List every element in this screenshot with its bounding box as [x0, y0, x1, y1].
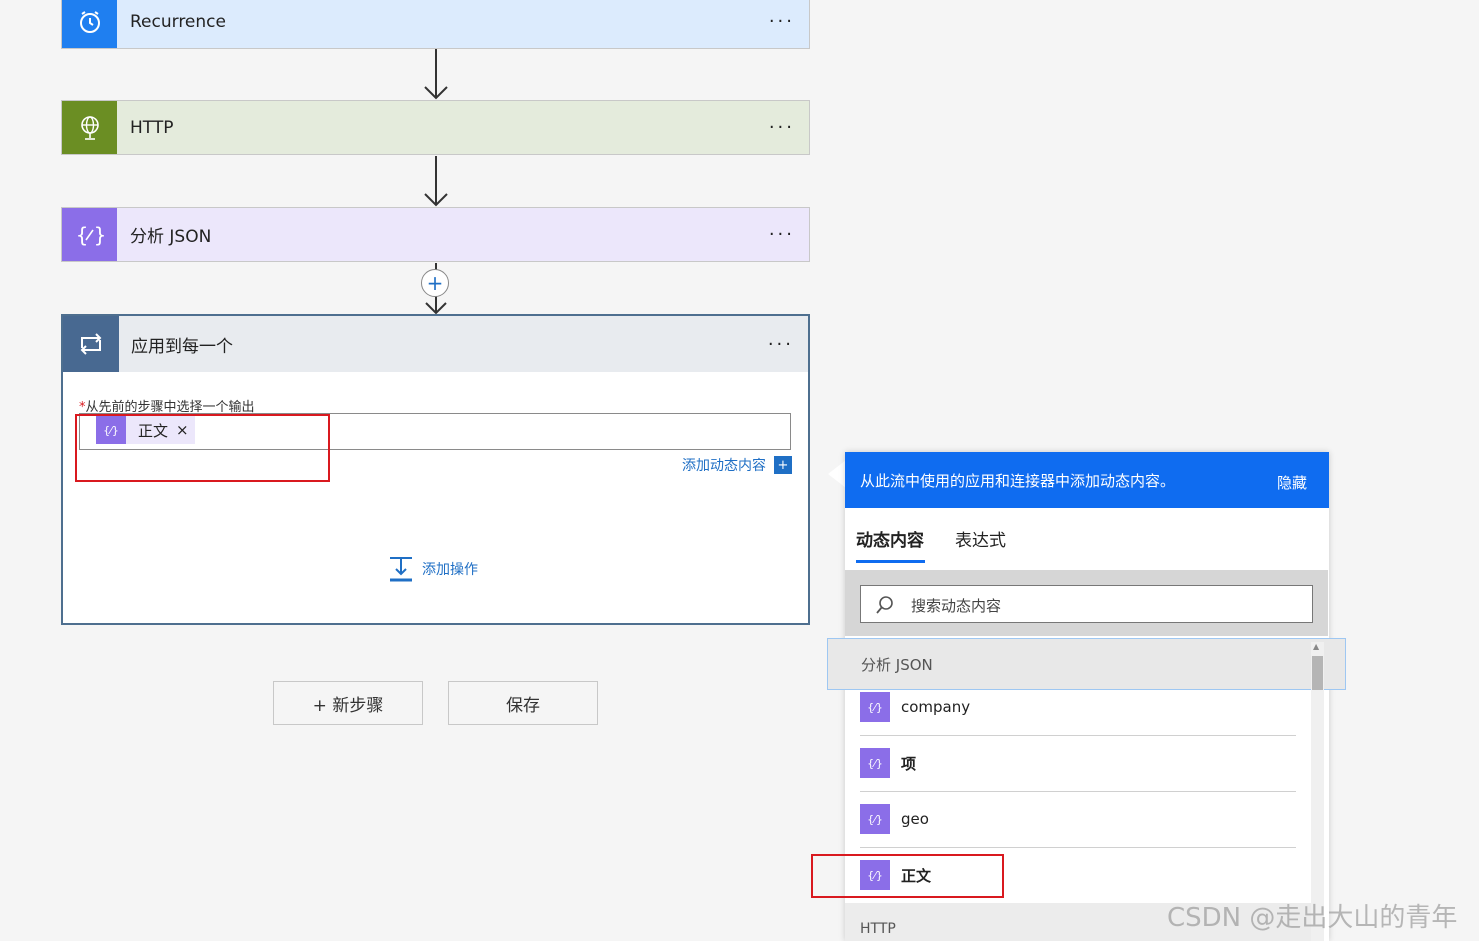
http-title: HTTP	[130, 117, 174, 138]
section-http-label: HTTP	[860, 921, 896, 937]
svg-text:{: {	[76, 223, 88, 247]
scrollbar-thumb[interactable]	[1312, 656, 1323, 690]
dynamic-item-company[interactable]: {⁄} company	[860, 679, 1296, 735]
json-token-icon: {⁄}	[860, 748, 890, 778]
panel-header-text: 从此流中使用的应用和连接器中添加动态内容。	[860, 472, 1176, 490]
parse-json-card[interactable]: {} 分析 JSON ···	[61, 207, 810, 262]
highlight-box-item	[811, 854, 1004, 898]
new-step-button[interactable]: + 新步骤	[273, 681, 423, 725]
apply-to-each-more-button[interactable]: ···	[768, 316, 794, 372]
search-area: 搜索动态内容	[845, 570, 1328, 636]
scroll-up-icon[interactable]: ▲	[1313, 642, 1319, 651]
section-parse-json-label: 分析 JSON	[861, 656, 933, 674]
loop-icon	[63, 316, 119, 372]
recurrence-title: Recurrence	[130, 11, 226, 32]
dynamic-item-label: 项	[901, 754, 917, 773]
parse-json-more-button[interactable]: ···	[769, 208, 795, 261]
insert-step-button[interactable]: +	[421, 269, 449, 297]
http-card[interactable]: HTTP ···	[61, 100, 810, 155]
json-token-icon: {⁄}	[860, 804, 890, 834]
dynamic-item-xiang[interactable]: {⁄} 项	[860, 735, 1296, 791]
active-tab-indicator	[856, 560, 925, 563]
dynamic-item-label: company	[901, 698, 971, 716]
search-icon	[876, 596, 893, 614]
apply-to-each-title: 应用到每一个	[131, 336, 233, 357]
parse-json-title: 分析 JSON	[130, 227, 212, 247]
highlight-box-input	[75, 414, 330, 482]
http-more-button[interactable]: ···	[769, 101, 795, 154]
add-action-icon	[390, 557, 412, 582]
watermark: CSDN @走出大山的青年	[1167, 903, 1458, 933]
apply-to-each-header[interactable]: 应用到每一个 ···	[63, 316, 808, 372]
dynamic-item-label: geo	[901, 810, 929, 828]
svg-text:}: }	[94, 223, 105, 247]
tab-dynamic-content[interactable]: 动态内容	[856, 526, 924, 551]
search-input[interactable]: 搜索动态内容	[860, 585, 1313, 623]
json-token-icon: {⁄}	[860, 692, 890, 722]
panel-pointer	[828, 460, 846, 488]
tab-expression[interactable]: 表达式	[955, 526, 1006, 551]
add-action-label: 添加操作	[422, 562, 478, 578]
add-action-button[interactable]: 添加操作	[388, 556, 478, 582]
connector-arrow	[424, 49, 448, 100]
search-placeholder: 搜索动态内容	[911, 597, 1002, 615]
globe-icon	[62, 101, 117, 154]
dynamic-item-geo[interactable]: {⁄} geo	[860, 791, 1296, 847]
add-dynamic-content-link[interactable]: 添加动态内容 +	[682, 455, 792, 475]
add-dynamic-plus-icon: +	[774, 456, 792, 474]
hide-button[interactable]: 隐藏	[1277, 472, 1307, 493]
panel-header: 从此流中使用的应用和连接器中添加动态内容。 隐藏	[845, 452, 1329, 508]
connector-arrow	[424, 156, 448, 207]
json-braces-icon: {}	[62, 208, 117, 261]
recurrence-more-button[interactable]: ···	[769, 0, 795, 48]
recurrence-card[interactable]: Recurrence ···	[61, 0, 810, 49]
save-button[interactable]: 保存	[448, 681, 598, 725]
add-dynamic-content-text: 添加动态内容	[682, 458, 766, 474]
alarm-clock-icon	[62, 0, 117, 48]
